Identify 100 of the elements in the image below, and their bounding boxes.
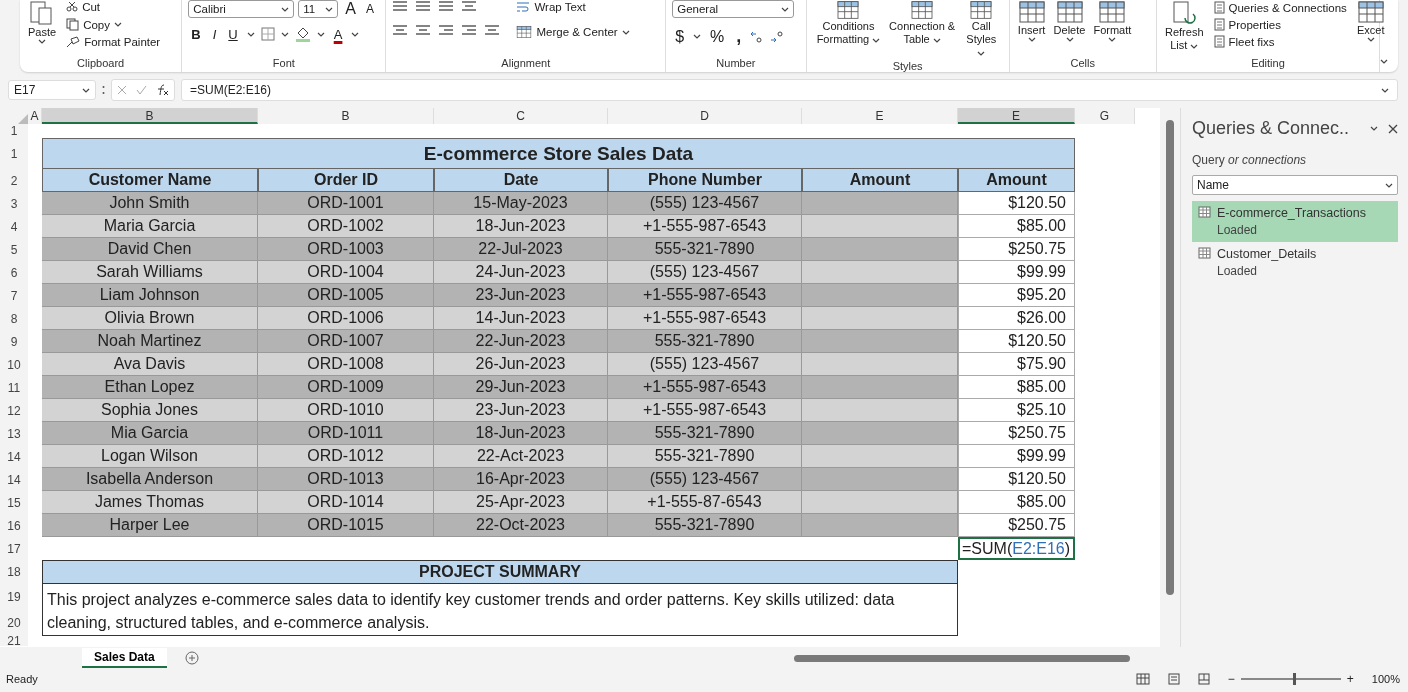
table-cell: 555-321-7890	[608, 238, 802, 261]
style-button[interactable]: Connection & Table	[886, 0, 958, 47]
normal-view-icon[interactable]	[1135, 673, 1150, 685]
table-cell: (555) 123-4567	[608, 192, 802, 215]
table-cell: (555) 123-4567	[608, 468, 802, 491]
cells-button[interactable]: Insert	[1015, 0, 1048, 43]
table-cell: 18-Jun-2023	[434, 215, 608, 238]
row-number: 1	[0, 124, 28, 138]
sort-dropdown[interactable]: Name	[1192, 175, 1398, 195]
underline-button[interactable]: U	[225, 26, 241, 42]
sheet-tab[interactable]: Sales Data	[82, 648, 167, 668]
table-cell: $85.00	[958, 376, 1075, 399]
formula-cell[interactable]: =SUM(E2:E16)	[958, 537, 1075, 560]
column-header: Amount	[802, 169, 958, 192]
group-label: Number	[715, 57, 757, 71]
zoom-thumb[interactable]	[1292, 673, 1296, 685]
column-header[interactable]: G	[1075, 108, 1135, 124]
copy-button[interactable]: Copy	[64, 17, 163, 32]
paste-button[interactable]: Paste	[26, 0, 59, 45]
column-header[interactable]: B	[42, 108, 258, 124]
cancel-icon[interactable]	[116, 85, 127, 95]
style-button[interactable]: Conditions Formatting	[812, 0, 885, 47]
font-size-field[interactable]: 11	[298, 0, 339, 18]
italic-button[interactable]: I	[209, 26, 220, 42]
excet-button[interactable]: Excet	[1354, 0, 1387, 43]
table-cell: Olivia Brown	[42, 307, 258, 330]
cut-button[interactable]: Cut	[64, 0, 163, 14]
column-header[interactable]: D	[608, 108, 802, 124]
align-top-icon[interactable]	[392, 0, 409, 14]
table-cell: 22-Act-2023	[434, 445, 608, 468]
row-number: 17	[0, 537, 28, 560]
group-label: Cells	[1069, 57, 1096, 71]
row-number: 15	[0, 491, 28, 514]
align-left-icon[interactable]	[392, 24, 409, 38]
align-middle-icon[interactable]	[415, 0, 432, 14]
editing-link[interactable]: Fleet fixs	[1211, 34, 1349, 49]
align-bottom-icon[interactable]	[438, 0, 455, 14]
column-header[interactable]: A	[28, 108, 42, 124]
table-cell: 23-Jun-2023	[434, 284, 608, 307]
number-format-field[interactable]: General	[672, 0, 795, 18]
row-number: 6	[0, 261, 28, 284]
zoom-out-button[interactable]: −	[1227, 672, 1235, 686]
page-layout-icon[interactable]	[1167, 673, 1180, 685]
row-number: 20	[0, 610, 28, 636]
table-cell: 29-Jun-2023	[434, 376, 608, 399]
column-header: Phone Number	[608, 169, 802, 192]
add-sheet-icon[interactable]	[184, 651, 199, 665]
style-button[interactable]: Call Styles	[959, 0, 1003, 60]
percent-button[interactable]: %	[707, 27, 728, 46]
caret-icon	[1366, 37, 1375, 43]
table-cell: $250.75	[958, 514, 1075, 537]
column-header[interactable]: B	[258, 108, 434, 124]
column-header[interactable]: C	[434, 108, 608, 124]
zoom-in-button[interactable]: +	[1346, 672, 1354, 686]
table-cell: Noah Martinez	[42, 330, 258, 353]
close-icon[interactable]	[1388, 123, 1398, 134]
bold-button[interactable]: B	[188, 26, 204, 42]
table-cell: ORD-1006	[258, 307, 434, 330]
table-cell: $120.50	[958, 330, 1075, 353]
scissors-icon	[66, 2, 79, 12]
column-header[interactable]: E	[802, 108, 958, 124]
comma-style-button[interactable]: ,	[733, 26, 745, 47]
table-cell: ORD-1012	[258, 445, 434, 468]
font-family-field[interactable]: Calibri	[188, 0, 295, 18]
checkmark-icon[interactable]	[135, 85, 147, 95]
table-cell: +1-555-987-6543	[608, 307, 802, 330]
currency-button[interactable]: $	[672, 27, 688, 46]
table-cell: 23-Jun-2023	[434, 399, 608, 422]
wrap-text-button[interactable]: Wrap Text	[514, 0, 632, 14]
merge-center-button[interactable]: Merge & Center	[514, 24, 632, 40]
table-cell: +1-555-987-6543	[608, 399, 802, 422]
cells-button[interactable]: Formatt	[1091, 0, 1134, 43]
name-box[interactable]: E17	[8, 80, 96, 100]
page-break-icon[interactable]	[1197, 673, 1210, 685]
wrap-icon	[516, 1, 531, 13]
font-color-button[interactable]: A	[330, 26, 346, 42]
align-center-icon[interactable]	[415, 24, 432, 38]
query-item[interactable]: Customer_Details Loaded	[1192, 242, 1398, 283]
row-number: 3	[0, 192, 28, 215]
panel-subtitle: Query or connections	[1192, 153, 1308, 167]
align-right-icon[interactable]	[438, 24, 455, 38]
column-header[interactable]: E	[958, 108, 1075, 124]
cells-button[interactable]: Delete	[1051, 0, 1088, 43]
editing-link[interactable]: Properties	[1211, 17, 1349, 32]
query-item[interactable]: E-commerce_Transactions Loaded	[1192, 201, 1398, 242]
grow-font-button[interactable]: A	[342, 0, 359, 18]
row-number: 9	[0, 330, 28, 353]
table-cell: ORD-1013	[258, 468, 434, 491]
formula-field[interactable]: =SUM(E2:E16)	[181, 79, 1398, 101]
table-cell: $85.00	[958, 215, 1075, 238]
row-number: 4	[0, 215, 28, 238]
function-icon[interactable]	[155, 84, 170, 96]
borders-icon[interactable]	[260, 27, 275, 41]
table-cell: ORD-1015	[258, 514, 434, 537]
refresh-button[interactable]: Refresh List	[1163, 0, 1206, 53]
format-painter-button[interactable]: Format Painter	[64, 35, 163, 49]
shrink-font-button[interactable]: A	[363, 2, 377, 16]
group-label: Alignment	[500, 57, 552, 71]
table-cell: 22-Oct-2023	[434, 514, 608, 537]
editing-link[interactable]: Queries & Connections	[1211, 0, 1349, 15]
